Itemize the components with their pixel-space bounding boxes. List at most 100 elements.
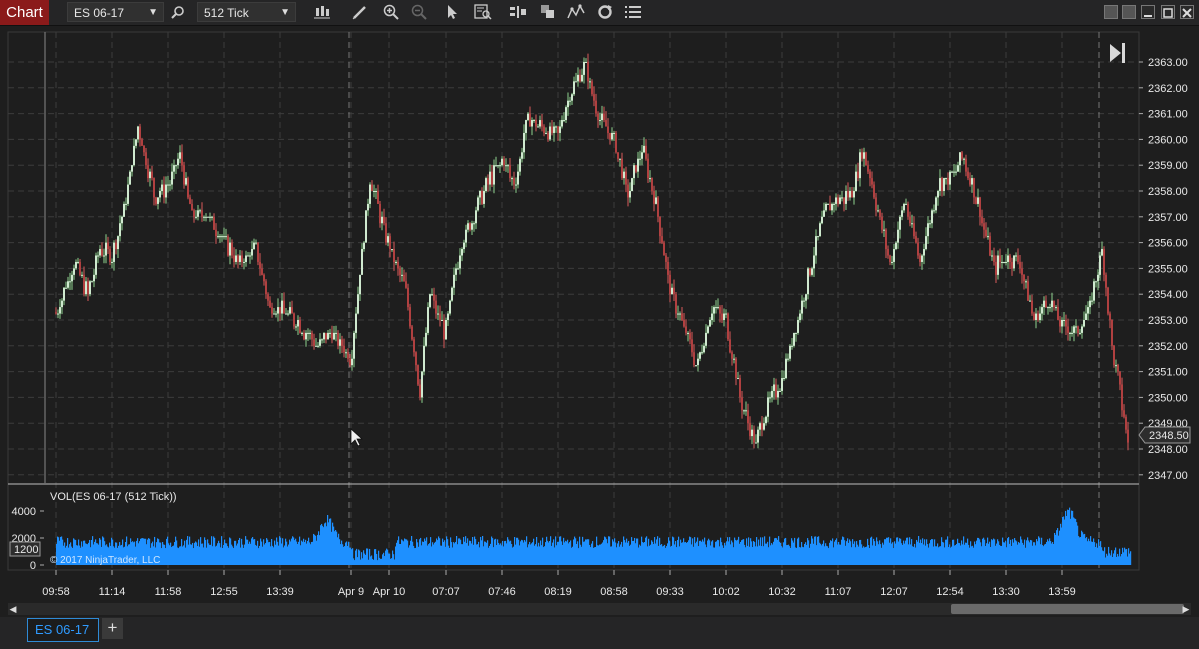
- candle-body: [1027, 281, 1029, 301]
- candle-body: [575, 81, 577, 83]
- candle-body: [281, 300, 283, 314]
- candle-body: [439, 313, 441, 320]
- candle-body: [401, 274, 403, 276]
- candle-body: [987, 236, 989, 238]
- candle-body: [671, 287, 673, 295]
- candle-body: [261, 268, 263, 275]
- volume-last-label: 1200: [14, 544, 38, 556]
- candle-body: [111, 261, 113, 263]
- candle-body: [737, 378, 739, 380]
- candle-body: [775, 384, 777, 398]
- candle-body: [91, 281, 93, 283]
- candle-body: [411, 326, 413, 340]
- candle-body: [549, 126, 551, 140]
- candle-body: [365, 210, 367, 243]
- candle-body: [1049, 307, 1051, 309]
- scroll-right-icon[interactable]: ▶: [1181, 603, 1191, 615]
- candle-body: [757, 429, 759, 443]
- candle-body: [495, 165, 497, 167]
- candle-body: [769, 397, 771, 399]
- candle-body: [349, 358, 351, 366]
- candle-body: [453, 274, 455, 288]
- candle-body: [369, 184, 371, 204]
- scrollbar-thumb[interactable]: [951, 604, 1184, 614]
- candle-body: [437, 313, 439, 315]
- candle-body: [623, 171, 625, 179]
- candle-body: [463, 242, 465, 250]
- scroll-left-icon[interactable]: ◀: [8, 603, 18, 615]
- candle-body: [115, 242, 117, 250]
- candle-body: [1025, 281, 1027, 283]
- time-tick-label: 11:07: [825, 586, 852, 598]
- candle-body: [1051, 300, 1053, 308]
- candle-body: [755, 442, 757, 444]
- add-tab-button[interactable]: +: [102, 618, 123, 639]
- candle-body: [791, 345, 793, 347]
- candle-body: [291, 307, 293, 314]
- candle-body: [905, 203, 907, 205]
- candle-body: [857, 171, 859, 179]
- candle-body: [319, 339, 321, 346]
- candle-body: [511, 178, 513, 180]
- candle-body: [513, 178, 515, 185]
- candle-body: [861, 152, 863, 159]
- candle-body: [665, 255, 667, 262]
- candle-body: [95, 255, 97, 275]
- time-tick-label: 10:32: [768, 586, 796, 598]
- candle-body: [393, 249, 395, 262]
- candle-body: [461, 249, 463, 256]
- candle-body: [397, 261, 399, 269]
- candle-body: [1109, 313, 1111, 320]
- candle-body: [135, 139, 137, 146]
- candle-body: [735, 358, 737, 379]
- candle-body: [701, 352, 703, 354]
- candle-body: [879, 210, 881, 217]
- candle-body: [1081, 326, 1083, 333]
- candle-body: [1055, 307, 1057, 309]
- candle-body: [985, 229, 987, 237]
- candle-body: [293, 313, 295, 327]
- candle-body: [833, 203, 835, 205]
- candle-body: [311, 332, 313, 340]
- candle-body: [959, 152, 961, 166]
- candle-body: [299, 320, 301, 333]
- candle-body: [693, 352, 695, 366]
- candle-body: [875, 197, 877, 211]
- candle-body: [61, 300, 63, 308]
- candle-body: [1101, 249, 1103, 256]
- candle-body: [1031, 300, 1033, 314]
- candle-body: [1079, 332, 1081, 334]
- price-tick-label: 2348.00: [1148, 444, 1188, 456]
- candle-body: [81, 274, 83, 276]
- candle-body: [747, 410, 749, 424]
- candle-body: [633, 165, 635, 179]
- horizontal-scrollbar[interactable]: ◀ ▶: [8, 603, 1191, 615]
- candle-body: [331, 332, 333, 340]
- candle-body: [151, 171, 153, 179]
- candle-body: [191, 203, 193, 211]
- candle-body: [845, 191, 847, 204]
- candle-body: [885, 229, 887, 250]
- candle-body: [1063, 320, 1065, 321]
- candle-body: [385, 223, 387, 243]
- candle-body: [1111, 320, 1113, 346]
- candle-body: [473, 223, 475, 225]
- candle-body: [177, 158, 179, 166]
- candle-body: [807, 268, 809, 295]
- tab-es-06-17[interactable]: ES 06-17: [27, 618, 99, 642]
- candle-body: [1123, 410, 1125, 417]
- candle-body: [1107, 287, 1109, 314]
- candle-body: [417, 365, 419, 385]
- candle-body: [1073, 326, 1075, 333]
- candle-body: [435, 300, 437, 314]
- candle-body: [813, 255, 815, 269]
- candle-body: [565, 107, 567, 121]
- chart-canvas[interactable]: 2363.00 2362.00 2361.00 2360.00 2359.00 2358.…: [0, 0, 1199, 603]
- candle-body: [697, 358, 699, 366]
- price-tick-label: 2363.00: [1148, 57, 1188, 69]
- candle-body: [403, 274, 405, 282]
- candle-body: [429, 294, 431, 308]
- candle-body: [731, 352, 733, 359]
- candle-body: [489, 171, 491, 185]
- candle-body: [235, 255, 237, 262]
